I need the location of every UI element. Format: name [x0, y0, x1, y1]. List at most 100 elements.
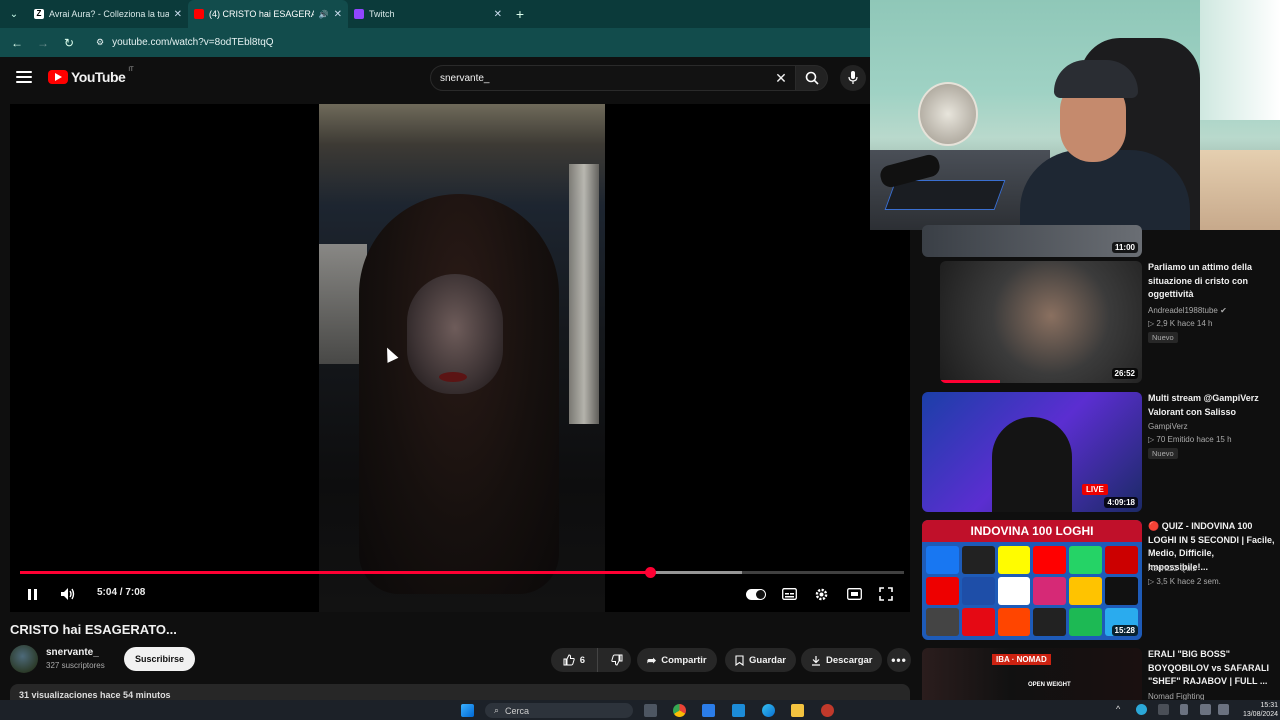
channel-avatar[interactable]	[10, 645, 38, 673]
subscribe-button[interactable]: Suscribirse	[124, 647, 195, 671]
windows-start-icon[interactable]	[461, 704, 474, 717]
hamburger-menu-icon[interactable]	[16, 71, 32, 83]
clear-search-icon[interactable]: ✕	[767, 70, 795, 87]
site-settings-icon[interactable]: ⚙	[96, 37, 104, 48]
video-frame	[319, 104, 605, 612]
gear-icon	[815, 588, 827, 600]
progress-scrubber-handle[interactable]	[645, 567, 657, 578]
download-icon	[812, 655, 820, 666]
chrome-icon[interactable]	[673, 704, 686, 717]
video-duration: 26:52	[1111, 368, 1138, 379]
video-thumbnail[interactable]: 26:52	[940, 261, 1142, 383]
youtube-header: YouTube IT snervante_ ✕	[0, 57, 870, 101]
subscriber-count: 327 suscriptores	[46, 661, 105, 670]
bookmark-icon	[735, 654, 744, 666]
task-view-icon[interactable]	[644, 704, 657, 717]
tray-microphone-icon[interactable]	[1180, 704, 1188, 715]
recommendation-channel[interactable]: GampiVerz	[1148, 420, 1188, 433]
progress-bar[interactable]	[20, 567, 904, 578]
z-icon: Z	[34, 9, 44, 19]
reload-icon[interactable]: ↻	[62, 36, 76, 50]
thumbs-down-icon	[611, 654, 623, 666]
fullscreen-button[interactable]	[876, 584, 896, 604]
speaker-icon[interactable]: 🔊	[319, 10, 329, 19]
search-button[interactable]	[796, 65, 828, 91]
recommendation-title[interactable]: ERALI "BIG BOSS" BOYQOBILOV vs SAFARALI …	[1148, 648, 1272, 689]
country-code: IT	[128, 67, 134, 73]
pause-button[interactable]	[22, 584, 42, 604]
views-icon: ▷	[1148, 319, 1155, 328]
webcam-body-shape	[1020, 150, 1190, 230]
youtube-logo[interactable]: YouTube IT	[48, 67, 134, 85]
like-button[interactable]: 6	[551, 648, 598, 672]
quiz-emoji-icon: 🔴	[1148, 521, 1160, 531]
logo-tile	[1069, 577, 1103, 605]
back-arrow-icon[interactable]: ←	[10, 36, 24, 50]
tray-wifi-icon[interactable]	[1200, 704, 1211, 715]
tab-aura[interactable]: Z Avrai Aura? - Colleziona la tua A ✕	[28, 0, 188, 28]
recommendation-channel[interactable]: Nomad Fighting	[1148, 690, 1204, 700]
save-button[interactable]: Guardar	[725, 648, 796, 672]
tray-network-icon[interactable]	[1158, 704, 1169, 715]
video-thumbnail[interactable]: IBA · NOMAD OPEN WEIGHT	[922, 648, 1142, 700]
search-input[interactable]: snervante_ ✕	[430, 65, 796, 91]
video-door-shape	[569, 164, 599, 424]
channel-name[interactable]: snervante_	[46, 647, 99, 658]
autoplay-toggle[interactable]	[746, 584, 766, 604]
logo-tile	[926, 546, 959, 574]
taskbar-search[interactable]: ⌕ Cerca	[485, 703, 633, 718]
voice-search-button[interactable]	[840, 65, 866, 91]
recommendation-title[interactable]: Parliamo un attimo della situazione di c…	[1148, 261, 1276, 302]
close-tab-icon[interactable]: ✕	[494, 9, 502, 20]
close-tab-icon[interactable]: ✕	[174, 9, 182, 20]
recommendation-item[interactable]: IBA · NOMAD OPEN WEIGHT ERALI "BIG BOSS"…	[922, 648, 1272, 700]
recommendation-title[interactable]: Multi stream @GampiVerz Valorant con Sal…	[1148, 392, 1276, 419]
close-tab-icon[interactable]: ✕	[334, 9, 342, 20]
video-thumbnail[interactable]: LIVE 4:09:18	[922, 392, 1142, 512]
tab-youtube[interactable]: (4) CRISTO hai ESAGERATO. 🔊 ✕	[188, 0, 348, 28]
more-horizontal-icon: •••	[891, 653, 907, 667]
mail-icon[interactable]	[732, 704, 745, 717]
share-button[interactable]: ➦ Compartir	[637, 648, 717, 672]
search-value: snervante_	[440, 72, 490, 84]
address-bar[interactable]: ⚙ youtube.com/watch?v=8odTEbl8tqQ	[88, 32, 860, 54]
calculator-icon[interactable]	[702, 704, 715, 717]
dislike-button[interactable]	[603, 654, 631, 666]
views-icon: ▷	[1148, 577, 1155, 586]
theater-mode-button[interactable]	[844, 584, 864, 604]
video-thumbnail[interactable]: 11:00	[922, 225, 1142, 257]
system-clock[interactable]: 15:31 13/08/2024	[1243, 701, 1278, 719]
edge-icon[interactable]	[762, 704, 775, 717]
volume-button[interactable]	[58, 584, 78, 604]
time-display: 5:04 / 7:08	[97, 587, 146, 598]
more-actions-button[interactable]: •••	[887, 648, 911, 672]
download-button[interactable]: Descargar	[801, 648, 883, 672]
recommendation-item[interactable]: 26:52 Parliamo un attimo della situazion…	[922, 261, 1272, 385]
chevron-up-icon[interactable]: ^	[1116, 704, 1124, 717]
tray-volume-icon[interactable]	[1218, 704, 1229, 715]
like-dislike-group: 6	[551, 648, 631, 672]
logo-tile	[1069, 608, 1103, 636]
forward-arrow-icon[interactable]: →	[36, 36, 50, 50]
video-player[interactable]: 5:04 / 7:08	[10, 104, 910, 612]
recommendation-item[interactable]: INDOVINA 100 LOGHI 15:28 🔴 QUIZ - INDOVI…	[922, 520, 1275, 642]
clock-time: 15:31	[1260, 702, 1278, 709]
screen: ⌄ Z Avrai Aura? - Colleziona la tua A ✕ …	[0, 0, 1280, 720]
webcam-window-shape	[1200, 0, 1280, 120]
new-tab-icon[interactable]: +	[508, 6, 532, 22]
save-label: Guardar	[749, 654, 786, 666]
tab-twitch[interactable]: Twitch ✕	[348, 0, 508, 28]
recommendation-item[interactable]: LIVE 4:09:18 Multi stream @GampiVerz Val…	[922, 392, 1272, 514]
chrome-profile-icon[interactable]	[821, 704, 834, 717]
tray-app-icon[interactable]	[1136, 704, 1147, 715]
video-duration: 4:09:18	[1104, 497, 1138, 508]
settings-button[interactable]	[811, 584, 831, 604]
file-explorer-icon[interactable]	[791, 704, 804, 717]
recommendation-item[interactable]: 11:00	[922, 225, 1272, 258]
recommendation-channel[interactable]: Andreadel1988tube ✔	[1148, 304, 1227, 317]
subtitles-button[interactable]	[779, 584, 799, 604]
recommendation-channel[interactable]: Asdra22 Quiz	[1148, 562, 1196, 575]
tab-search-chevron-icon[interactable]: ⌄	[0, 9, 28, 20]
thumbnail-heading: IBA · NOMAD	[992, 654, 1051, 665]
video-thumbnail[interactable]: INDOVINA 100 LOGHI 15:28	[922, 520, 1142, 640]
